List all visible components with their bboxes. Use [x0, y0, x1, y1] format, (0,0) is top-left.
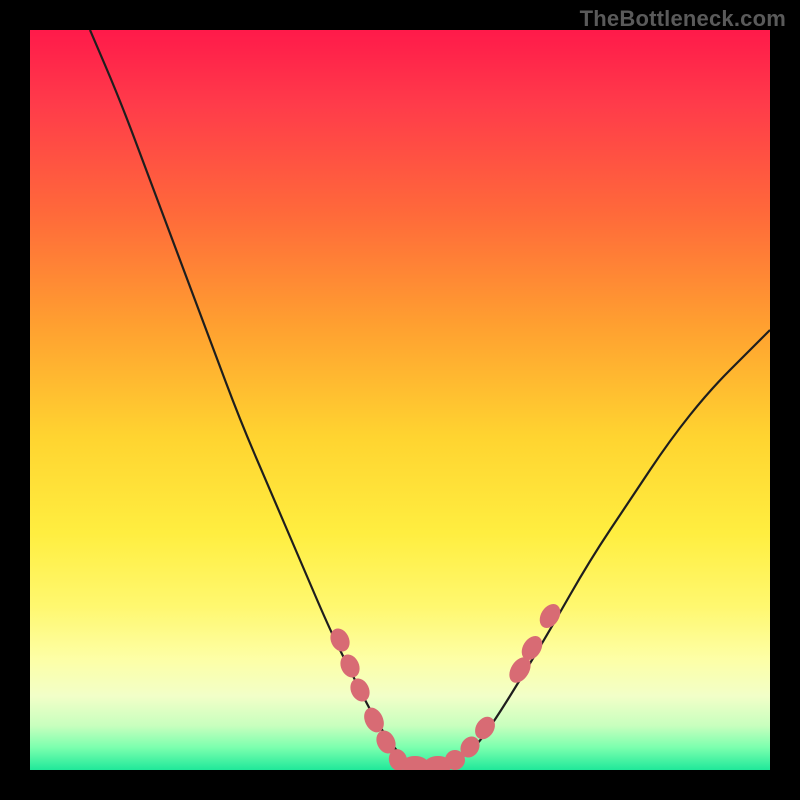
- marker-dot: [535, 600, 564, 632]
- plot-area: [30, 30, 770, 770]
- chart-svg: [30, 30, 770, 770]
- marker-dot: [337, 651, 363, 680]
- watermark-text: TheBottleneck.com: [580, 6, 786, 32]
- marker-dot: [347, 675, 373, 704]
- main-curve: [90, 30, 770, 767]
- data-markers: [327, 600, 565, 770]
- chart-frame: TheBottleneck.com: [0, 0, 800, 800]
